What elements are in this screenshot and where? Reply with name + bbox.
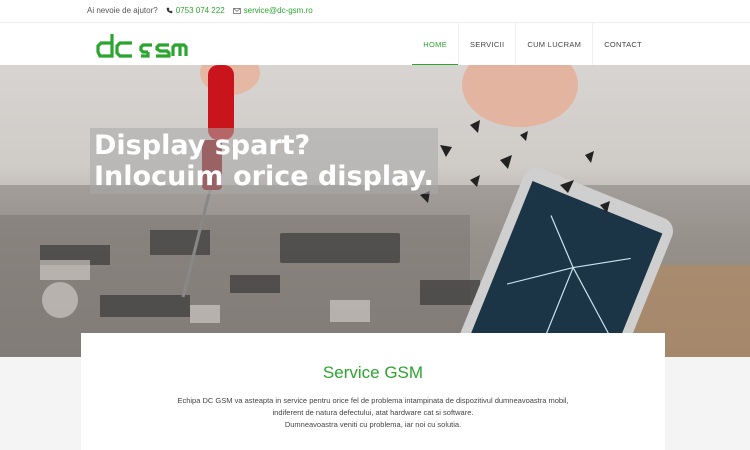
email-address: service@dc-gsm.ro: [243, 6, 313, 15]
nav-cum-lucram[interactable]: CUM LUCRAM: [515, 23, 592, 66]
section-title: Service GSM: [322, 363, 424, 382]
dc-gsm-logo[interactable]: [96, 32, 198, 60]
section-description: Echipa DC GSM va asteapta in service pen…: [81, 395, 665, 431]
top-bar: Ai nevoie de ajutor? 0753 074 222 servic…: [0, 0, 750, 22]
email-link[interactable]: service@dc-gsm.ro: [232, 6, 313, 15]
phone-number: 0753 074 222: [175, 6, 225, 15]
hero-headline-2: Inlocuim orice display.: [94, 161, 434, 192]
main-nav: HOME SERVICII CUM LUCRAM CONTACT: [412, 23, 653, 66]
help-text: Ai nevoie de ajutor?: [87, 6, 158, 15]
description-line-3: Dumneavoastra veniti cu problema, iar no…: [284, 420, 462, 429]
phone-link[interactable]: 0753 074 222: [166, 6, 225, 15]
hero-illustration: [0, 65, 750, 357]
envelope-icon: [232, 7, 241, 14]
phone-icon: [166, 7, 173, 14]
hero-headline-1: Display spart?: [94, 130, 311, 161]
description-line-1: Echipa DC GSM va asteapta in service pen…: [177, 396, 569, 405]
service-section: Service GSM Echipa DC GSM va asteapta in…: [81, 333, 665, 450]
contact-strip: Ai nevoie de ajutor? 0753 074 222 servic…: [87, 6, 321, 15]
nav-home[interactable]: HOME: [412, 23, 458, 66]
hero-banner: Display spart? Inlocuim orice display.: [0, 65, 750, 357]
description-line-2: indiferent de natura defectului, atat ha…: [272, 408, 474, 417]
nav-contact[interactable]: CONTACT: [592, 23, 653, 66]
hero-caption: Display spart? Inlocuim orice display.: [90, 128, 438, 194]
site-header: HOME SERVICII CUM LUCRAM CONTACT: [0, 22, 750, 66]
nav-servicii[interactable]: SERVICII: [458, 23, 515, 66]
